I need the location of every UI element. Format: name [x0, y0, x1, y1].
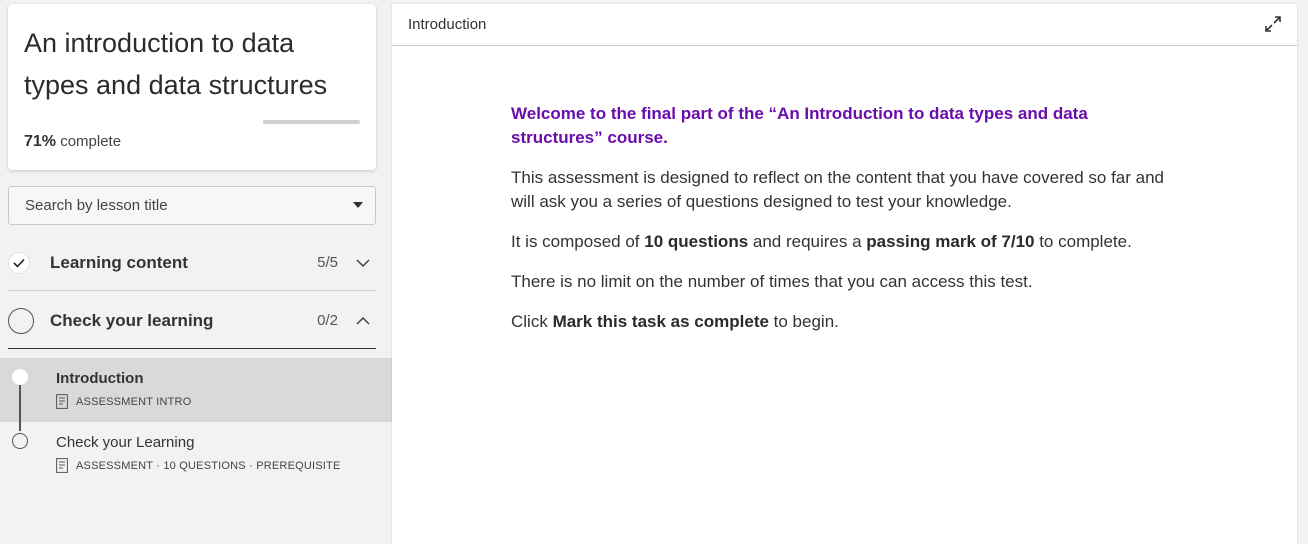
- document-icon: [56, 458, 68, 473]
- check-icon: [8, 251, 30, 274]
- search-label: Search by lesson title: [25, 197, 168, 214]
- caret-down-icon: [353, 202, 363, 208]
- text-fragment: Click: [511, 312, 553, 331]
- lesson-search-dropdown[interactable]: Search by lesson title: [8, 186, 376, 225]
- paragraph-composition: It is composed of 10 questions and requi…: [511, 230, 1176, 254]
- lesson-title: Introduction: [56, 370, 144, 387]
- progress-text: 71% complete: [24, 133, 121, 151]
- paragraph-intro: This assessment is designed to reflect o…: [511, 168, 1164, 211]
- panel-body: Welcome to the final part of the “An Int…: [511, 102, 1176, 350]
- panel-header: Introduction: [392, 4, 1297, 46]
- lesson-item-introduction[interactable]: Introduction ASSESSMENT INTRO: [0, 358, 392, 422]
- chevron-up-icon[interactable]: [356, 314, 370, 328]
- text-fragment: to complete.: [1034, 232, 1132, 251]
- lesson-list: Introduction ASSESSMENT INTRO Check your…: [0, 358, 392, 486]
- section-learning-content[interactable]: Learning content 5/5: [8, 235, 376, 291]
- progress-suffix: complete: [60, 133, 122, 150]
- chevron-down-icon[interactable]: [356, 256, 370, 270]
- passing-mark: passing mark of 7/10: [866, 232, 1035, 251]
- section-label: Learning content: [50, 252, 188, 272]
- paragraph-attempts: There is no limit on the number of times…: [511, 272, 1033, 291]
- course-card: An introduction to data types and data s…: [8, 4, 376, 170]
- text-fragment: to begin.: [768, 312, 839, 331]
- lesson-meta-text: ASSESSMENT · 10 QUESTIONS · PREREQUISITE: [76, 459, 341, 472]
- welcome-heading: Welcome to the final part of the “An Int…: [511, 104, 1088, 147]
- progress-bar: [263, 120, 360, 124]
- course-title: An introduction to data types and data s…: [24, 28, 328, 100]
- lesson-title: Check your Learning: [56, 434, 195, 451]
- lesson-meta-text: ASSESSMENT INTRO: [76, 395, 192, 408]
- question-count: 10 questions: [644, 232, 749, 251]
- content-panel: Introduction Welcome to the final part o…: [392, 4, 1297, 544]
- lesson-item-check-your-learning[interactable]: Check your Learning ASSESSMENT · 10 QUES…: [0, 422, 392, 486]
- panel-title: Introduction: [408, 16, 487, 33]
- mark-complete-text: Mark this task as complete: [552, 312, 769, 331]
- text-fragment: and requires a: [748, 232, 867, 251]
- section-label: Check your learning: [50, 310, 214, 330]
- circle-icon: [8, 307, 34, 334]
- expand-icon[interactable]: [1263, 14, 1283, 34]
- progress-percent: 71%: [24, 133, 57, 150]
- lesson-status-dot: [12, 369, 28, 385]
- lesson-meta: ASSESSMENT INTRO: [56, 394, 191, 409]
- paragraph-instruction: Click Mark this task as complete to begi…: [511, 310, 1176, 334]
- section-check-your-learning[interactable]: Check your learning 0/2: [8, 293, 376, 349]
- lesson-connector-line: [19, 385, 21, 431]
- section-count: 5/5: [317, 254, 338, 271]
- lesson-meta: ASSESSMENT · 10 QUESTIONS · PREREQUISITE: [56, 458, 341, 473]
- lesson-status-dot: [12, 433, 28, 449]
- progress-bar-fill: [263, 120, 332, 124]
- section-count: 0/2: [317, 312, 338, 329]
- document-icon: [56, 394, 68, 409]
- text-fragment: It is composed of: [511, 232, 645, 251]
